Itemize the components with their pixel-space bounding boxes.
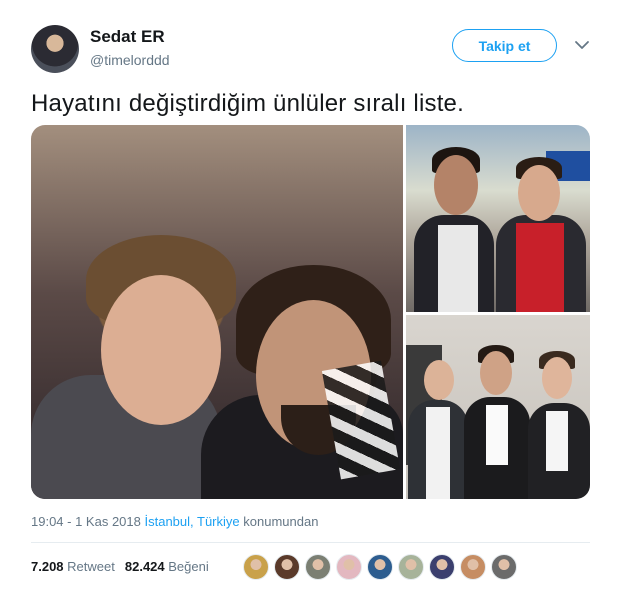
liker-avatar[interactable] (460, 554, 486, 580)
location-suffix: konumundan (243, 514, 319, 529)
author-username[interactable]: @timelorddd (90, 52, 170, 68)
divider (31, 542, 590, 543)
tweet-text: Hayatını değiştirdiğim ünlüler sıralı li… (31, 90, 464, 117)
tweet-stats: 7.208 Retweet 82.424 Beğeni (31, 559, 209, 574)
photo-bottom-right[interactable] (406, 315, 590, 499)
like-stat[interactable]: 82.424 Beğeni (125, 559, 209, 574)
photo-top-right[interactable] (406, 125, 590, 312)
liker-avatar[interactable] (367, 554, 393, 580)
liker-avatar[interactable] (336, 554, 362, 580)
like-count: 82.424 (124, 559, 165, 574)
tweet-timestamp[interactable]: 19:04 - 1 Kas 2018 (31, 514, 141, 529)
tweet-meta: 19:04 - 1 Kas 2018 İstanbul, Türkiye kon… (31, 514, 318, 529)
author-display-name[interactable]: Sedat ER (90, 27, 165, 47)
like-label: Beğeni (168, 559, 209, 574)
chevron-down-icon[interactable] (574, 38, 590, 52)
location-link[interactable]: İstanbul, Türkiye (144, 514, 239, 529)
author-avatar[interactable] (31, 25, 79, 73)
retweet-count: 7.208 (31, 559, 64, 574)
retweet-label: Retweet (67, 559, 115, 574)
liker-avatar[interactable] (243, 554, 269, 580)
retweet-stat[interactable]: 7.208 Retweet (31, 559, 115, 574)
follow-button[interactable]: Takip et (452, 29, 557, 62)
liker-avatar[interactable] (429, 554, 455, 580)
liker-avatars (243, 554, 517, 580)
photo-main[interactable] (31, 125, 403, 499)
liker-avatar[interactable] (274, 554, 300, 580)
liker-avatar[interactable] (305, 554, 331, 580)
liker-avatar[interactable] (491, 554, 517, 580)
media-grid (31, 125, 590, 499)
liker-avatar[interactable] (398, 554, 424, 580)
